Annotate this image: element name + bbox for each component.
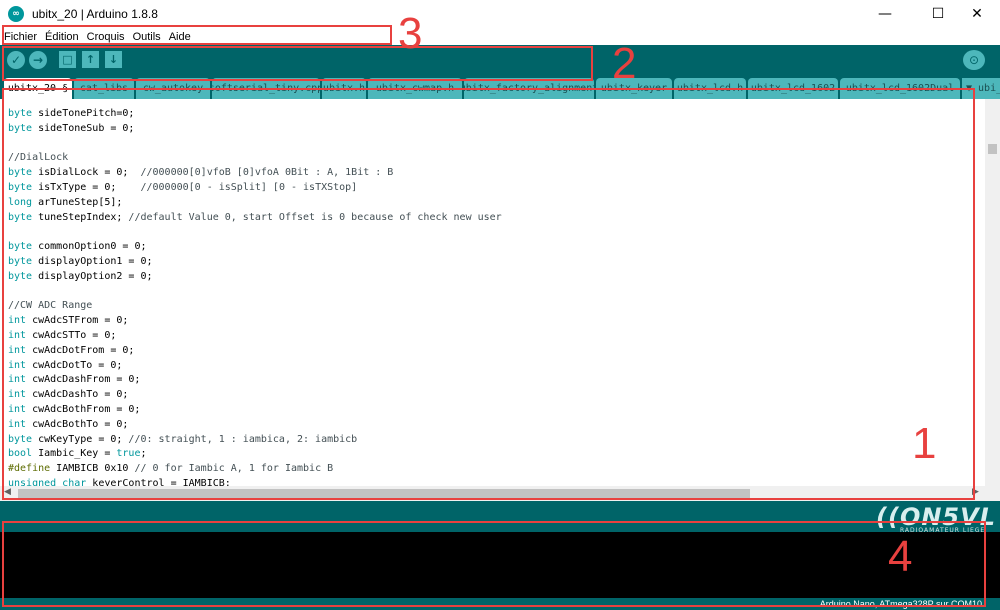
title-bar: ∞ ubitx_20 | Arduino 1.8.8 — ☐ ✕ [0,0,1000,28]
annotation-box-editor [2,88,975,500]
arduino-logo-icon: ∞ [8,6,24,22]
annotation-box-console [2,521,986,607]
annotation-number-editor: 1 [912,419,937,468]
serial-monitor-button[interactable]: ⊙ [963,50,985,70]
annotation-box-toolbar [2,46,593,81]
minimize-button[interactable]: — [862,0,908,28]
vertical-scroll-thumb[interactable] [988,144,997,154]
annotation-box-menu [2,25,392,45]
close-button[interactable]: ✕ [954,0,1000,28]
annotation-number-console: 4 [888,532,913,581]
window-title: ubitx_20 | Arduino 1.8.8 [32,7,158,21]
annotation-number-toolbar: 2 [612,39,637,88]
annotation-number-menu: 3 [398,9,423,58]
vertical-scrollbar[interactable] [985,99,1000,501]
